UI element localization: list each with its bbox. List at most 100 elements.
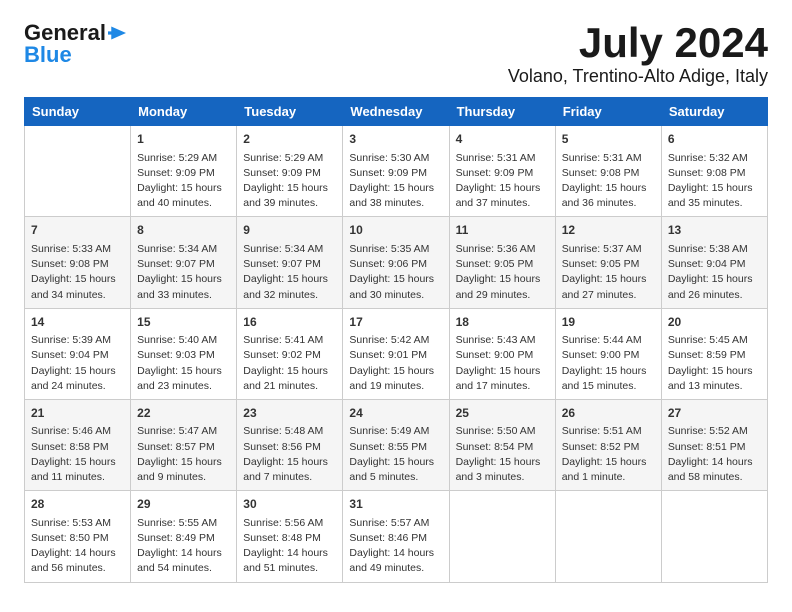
calendar-cell: 6Sunrise: 5:32 AMSunset: 9:08 PMDaylight… <box>661 126 767 217</box>
day-info-line: Daylight: 15 hours <box>243 181 336 196</box>
day-info: Sunrise: 5:33 AMSunset: 9:08 PMDaylight:… <box>31 242 124 303</box>
day-info-line: and 56 minutes. <box>31 561 124 576</box>
day-info-line: Sunrise: 5:31 AM <box>456 151 549 166</box>
day-info: Sunrise: 5:52 AMSunset: 8:51 PMDaylight:… <box>668 424 761 485</box>
calendar-cell: 20Sunrise: 5:45 AMSunset: 8:59 PMDayligh… <box>661 308 767 399</box>
day-info: Sunrise: 5:37 AMSunset: 9:05 PMDaylight:… <box>562 242 655 303</box>
day-info-line: and 29 minutes. <box>456 288 549 303</box>
header-wednesday: Wednesday <box>343 98 449 126</box>
day-info-line: Sunset: 8:54 PM <box>456 440 549 455</box>
day-info-line: and 49 minutes. <box>349 561 442 576</box>
day-info-line: Daylight: 15 hours <box>456 364 549 379</box>
day-info: Sunrise: 5:31 AMSunset: 9:09 PMDaylight:… <box>456 151 549 212</box>
day-info-line: Sunset: 9:09 PM <box>349 166 442 181</box>
day-info-line: Daylight: 15 hours <box>562 272 655 287</box>
day-number: 12 <box>562 222 655 239</box>
day-info-line: Sunset: 9:08 PM <box>31 257 124 272</box>
day-info-line: Sunrise: 5:40 AM <box>137 333 230 348</box>
day-number: 3 <box>349 131 442 148</box>
day-number: 5 <box>562 131 655 148</box>
day-info-line: Sunrise: 5:48 AM <box>243 424 336 439</box>
calendar-cell: 29Sunrise: 5:55 AMSunset: 8:49 PMDayligh… <box>131 491 237 582</box>
day-info-line: Sunset: 8:56 PM <box>243 440 336 455</box>
day-info-line: and 17 minutes. <box>456 379 549 394</box>
calendar-cell <box>25 126 131 217</box>
logo-arrow-icon <box>108 26 126 40</box>
day-info-line: Sunset: 9:06 PM <box>349 257 442 272</box>
day-info-line: Sunrise: 5:31 AM <box>562 151 655 166</box>
calendar-cell: 10 Sunrise: 5:35 AMSunset: 9:06 PMDayligh… <box>343 217 449 308</box>
calendar-cell: 19Sunrise: 5:44 AMSunset: 9:00 PMDayligh… <box>555 308 661 399</box>
day-info-line: Sunset: 9:07 PM <box>243 257 336 272</box>
day-info-line: Daylight: 14 hours <box>31 546 124 561</box>
day-info-line: and 23 minutes. <box>137 379 230 394</box>
day-number: 6 <box>668 131 761 148</box>
day-info: Sunrise: 5:35 AMSunset: 9:06 PMDaylight:… <box>349 242 442 303</box>
day-info: Sunrise: 5:57 AMSunset: 8:46 PMDaylight:… <box>349 516 442 577</box>
day-info-line: Daylight: 15 hours <box>456 455 549 470</box>
day-info: Sunrise: 5:51 AMSunset: 8:52 PMDaylight:… <box>562 424 655 485</box>
header-friday: Friday <box>555 98 661 126</box>
day-number: 10 <box>349 222 442 239</box>
calendar-cell: 12 Sunrise: 5:37 AMSunset: 9:05 PMDayligh… <box>555 217 661 308</box>
day-info-line: Sunset: 9:05 PM <box>456 257 549 272</box>
calendar-cell: 26Sunrise: 5:51 AMSunset: 8:52 PMDayligh… <box>555 399 661 490</box>
day-number: 14 <box>31 314 124 331</box>
day-info-line: Sunset: 8:51 PM <box>668 440 761 455</box>
calendar-week-row: 21Sunrise: 5:46 AMSunset: 8:58 PMDayligh… <box>25 399 768 490</box>
day-number: 30 <box>243 496 336 513</box>
day-number: 9 <box>243 222 336 239</box>
day-info-line: Daylight: 15 hours <box>31 272 124 287</box>
day-number: 22 <box>137 405 230 422</box>
day-info: Sunrise: 5:45 AMSunset: 8:59 PMDaylight:… <box>668 333 761 394</box>
day-info-line: Sunset: 9:03 PM <box>137 348 230 363</box>
logo: General Blue <box>24 20 126 68</box>
day-info: Sunrise: 5:34 AMSunset: 9:07 PMDaylight:… <box>137 242 230 303</box>
day-info-line: Sunset: 8:57 PM <box>137 440 230 455</box>
day-info-line: Sunset: 9:09 PM <box>456 166 549 181</box>
day-info-line: and 33 minutes. <box>137 288 230 303</box>
day-info-line: Sunrise: 5:42 AM <box>349 333 442 348</box>
day-number: 8 <box>137 222 230 239</box>
day-info-line: Sunrise: 5:52 AM <box>668 424 761 439</box>
day-info-line: Sunset: 9:08 PM <box>562 166 655 181</box>
calendar-cell: 21Sunrise: 5:46 AMSunset: 8:58 PMDayligh… <box>25 399 131 490</box>
day-info-line: Daylight: 15 hours <box>668 272 761 287</box>
day-info: Sunrise: 5:42 AMSunset: 9:01 PMDaylight:… <box>349 333 442 394</box>
day-info-line: Daylight: 15 hours <box>349 364 442 379</box>
day-info: Sunrise: 5:39 AMSunset: 9:04 PMDaylight:… <box>31 333 124 394</box>
day-info-line: Sunset: 8:58 PM <box>31 440 124 455</box>
day-info-line: and 34 minutes. <box>31 288 124 303</box>
day-number: 4 <box>456 131 549 148</box>
calendar-cell: 4 Sunrise: 5:31 AMSunset: 9:09 PMDaylight… <box>449 126 555 217</box>
day-info-line: Sunrise: 5:41 AM <box>243 333 336 348</box>
day-info-line: and 21 minutes. <box>243 379 336 394</box>
day-info-line: and 58 minutes. <box>668 470 761 485</box>
day-info: Sunrise: 5:29 AMSunset: 9:09 PMDaylight:… <box>137 151 230 212</box>
day-number: 19 <box>562 314 655 331</box>
header-thursday: Thursday <box>449 98 555 126</box>
day-info-line: and 13 minutes. <box>668 379 761 394</box>
day-info-line: Sunrise: 5:37 AM <box>562 242 655 257</box>
day-info-line: Sunrise: 5:51 AM <box>562 424 655 439</box>
day-info-line: Sunrise: 5:44 AM <box>562 333 655 348</box>
calendar-cell: 31Sunrise: 5:57 AMSunset: 8:46 PMDayligh… <box>343 491 449 582</box>
calendar-cell: 7 Sunrise: 5:33 AMSunset: 9:08 PMDaylight… <box>25 217 131 308</box>
calendar-cell: 11Sunrise: 5:36 AMSunset: 9:05 PMDayligh… <box>449 217 555 308</box>
day-info: Sunrise: 5:47 AMSunset: 8:57 PMDaylight:… <box>137 424 230 485</box>
day-number: 7 <box>31 222 124 239</box>
day-info-line: Daylight: 15 hours <box>562 364 655 379</box>
day-info: Sunrise: 5:34 AMSunset: 9:07 PMDaylight:… <box>243 242 336 303</box>
day-info-line: and 3 minutes. <box>456 470 549 485</box>
day-number: 21 <box>31 405 124 422</box>
day-info-line: Daylight: 15 hours <box>31 455 124 470</box>
calendar-cell: 28Sunrise: 5:53 AMSunset: 8:50 PMDayligh… <box>25 491 131 582</box>
day-info-line: Sunset: 9:09 PM <box>137 166 230 181</box>
day-info: Sunrise: 5:48 AMSunset: 8:56 PMDaylight:… <box>243 424 336 485</box>
day-info: Sunrise: 5:55 AMSunset: 8:49 PMDaylight:… <box>137 516 230 577</box>
day-info-line: Sunrise: 5:47 AM <box>137 424 230 439</box>
day-info-line: and 32 minutes. <box>243 288 336 303</box>
day-info-line: and 27 minutes. <box>562 288 655 303</box>
day-info-line: and 26 minutes. <box>668 288 761 303</box>
day-info-line: Sunrise: 5:43 AM <box>456 333 549 348</box>
